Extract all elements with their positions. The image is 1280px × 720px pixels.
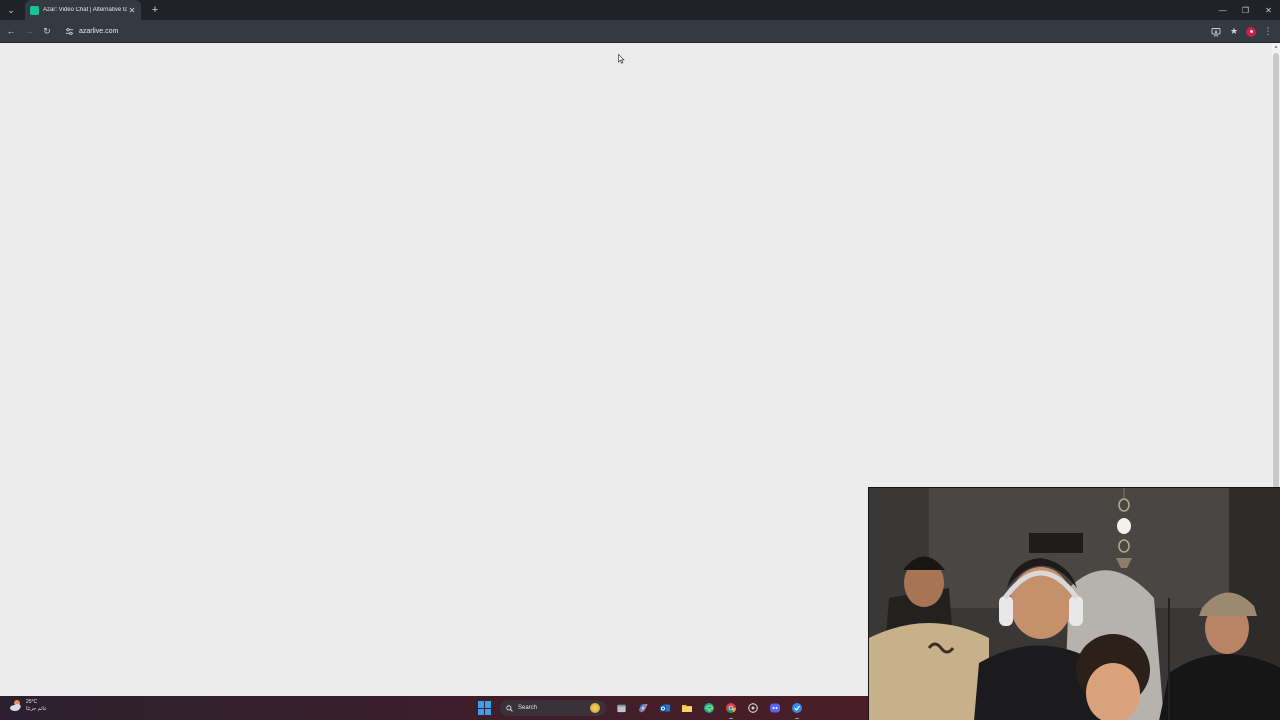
- site-settings-icon[interactable]: [64, 26, 74, 36]
- webcam-scene: [869, 488, 1280, 720]
- taskbar-search-box[interactable]: Search: [500, 700, 606, 716]
- search-icon: [506, 704, 513, 712]
- app-icon[interactable]: [790, 701, 804, 719]
- reload-button[interactable]: ↻: [38, 22, 56, 40]
- avatar-dot-icon: [1249, 30, 1253, 33]
- browser-toolbar: ← → ↻ azarlive.com ★ ⋮: [0, 20, 1280, 43]
- start-button[interactable]: [478, 701, 492, 715]
- copilot-icon[interactable]: [636, 701, 650, 715]
- arrow-right-icon: →: [24, 26, 34, 36]
- restore-button[interactable]: ❐: [1234, 0, 1257, 20]
- minimize-button[interactable]: —: [1211, 0, 1234, 20]
- address-bar[interactable]: azarlive.com: [60, 22, 1190, 40]
- weather-description: غائم جزئيًا: [26, 706, 47, 712]
- chevron-down-icon: ⌄: [7, 4, 15, 15]
- back-button[interactable]: ←: [2, 22, 20, 40]
- discord-icon[interactable]: [768, 701, 782, 715]
- url-text: azarlive.com: [79, 27, 119, 35]
- file-explorer-icon[interactable]: [614, 701, 628, 715]
- minimize-icon: —: [1218, 5, 1227, 15]
- tab-close-button[interactable]: ✕: [127, 6, 137, 15]
- tab-title: Azar: Video Chat | Alternative to: [43, 7, 127, 13]
- azar-favicon-icon: [30, 5, 39, 15]
- tab-strip: ⌄ Azar: Video Chat | Alternative to ✕ + …: [0, 0, 1280, 20]
- window-controls: — ❐ ✕: [1211, 0, 1280, 20]
- weather-cloud-icon: [10, 700, 21, 711]
- close-window-button[interactable]: ✕: [1257, 0, 1280, 20]
- reload-icon: ↻: [43, 25, 51, 36]
- arrow-left-icon: ←: [6, 26, 16, 36]
- toolbar-actions: ★ ⋮: [1210, 20, 1274, 43]
- search-label: Search: [518, 705, 538, 711]
- close-icon: ✕: [1265, 5, 1272, 15]
- windows-taskbar: 25°C غائم جزئيًا Search: [0, 696, 868, 720]
- outlook-icon[interactable]: [658, 701, 672, 715]
- taskbar-apps: Search: [478, 696, 804, 720]
- new-tab-button[interactable]: +: [149, 4, 161, 16]
- tab-azar[interactable]: Azar: Video Chat | Alternative to ✕: [25, 0, 141, 20]
- kebab-menu-icon[interactable]: ⋮: [1262, 26, 1274, 38]
- weather-widget[interactable]: 25°C غائم جزئيًا: [9, 699, 47, 713]
- install-app-icon[interactable]: [1210, 26, 1222, 38]
- folder-icon[interactable]: [680, 701, 694, 715]
- weather-temperature: 25°C: [26, 699, 38, 705]
- restore-icon: ❐: [1241, 5, 1250, 15]
- forward-button[interactable]: →: [20, 22, 38, 40]
- scroll-up-icon[interactable]: ▲: [1272, 43, 1280, 51]
- mouse-pointer-icon: [618, 54, 625, 64]
- settings-icon[interactable]: [746, 701, 760, 715]
- profile-avatar[interactable]: [1246, 26, 1256, 37]
- chrome-icon[interactable]: [724, 701, 738, 719]
- tab-search-button[interactable]: ⌄: [3, 2, 19, 18]
- edge-icon[interactable]: [702, 701, 716, 715]
- webcam-overlay: [868, 487, 1280, 720]
- windows-logo-icon: [478, 701, 484, 708]
- bookmark-star-icon[interactable]: ★: [1228, 26, 1240, 38]
- search-highlight-icon: [590, 703, 600, 713]
